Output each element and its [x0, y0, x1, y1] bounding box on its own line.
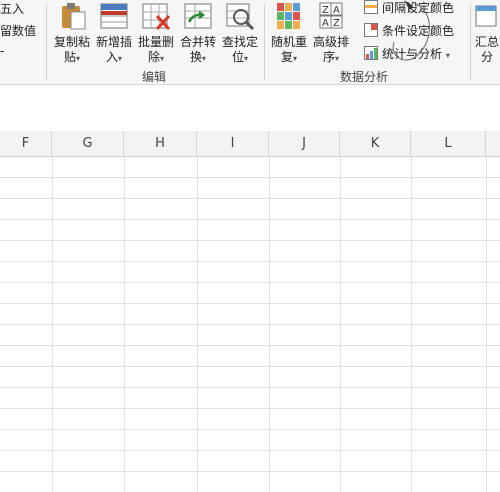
interval-color-icon — [364, 0, 378, 14]
find-locate-label: 查找定 — [221, 35, 258, 49]
grid-line — [0, 198, 500, 199]
summary-button[interactable]: 汇总 分 — [472, 2, 500, 68]
cursor-trail — [392, 0, 430, 61]
chevron-down-icon: ▾ — [202, 54, 207, 63]
random-repeat-button[interactable]: 随机重 复▾ — [267, 2, 311, 68]
random-repeat-label-2: 复 — [280, 50, 293, 64]
column-header-k[interactable]: K — [340, 131, 411, 156]
advanced-sort-label: 高级排 — [312, 35, 349, 49]
column-header-i[interactable]: I — [197, 131, 269, 156]
insert-rows-icon — [100, 3, 128, 29]
grid-line — [0, 177, 500, 178]
grid-line — [0, 261, 500, 262]
grid-line — [0, 219, 500, 220]
chevron-down-icon: ▾ — [160, 54, 165, 63]
copy-paste-button[interactable]: 复制粘 贴▾ — [50, 2, 94, 68]
batch-delete-button[interactable]: 批量删 除▾ — [134, 2, 178, 68]
svg-text:Z: Z — [333, 18, 340, 29]
find-locate-label-2: 位 — [231, 50, 244, 64]
chevron-down-icon: ▾ — [335, 54, 340, 63]
grid-line — [0, 387, 500, 388]
grid-line — [0, 429, 500, 430]
column-header-j[interactable]: J — [269, 131, 340, 156]
batch-delete-icon — [142, 3, 171, 30]
copy-paste-label: 复制粘 — [53, 35, 90, 49]
separator — [470, 4, 471, 80]
chevron-down-icon: ▾ — [293, 54, 298, 63]
grid-line — [0, 324, 500, 325]
batch-delete-label: 批量删 — [137, 35, 174, 49]
grid-line — [0, 303, 500, 304]
grid-line — [0, 282, 500, 283]
edit-group-label: 编辑 — [142, 70, 167, 84]
merge-convert-button[interactable]: 合并转 换▾ — [176, 2, 220, 68]
conditional-color-icon — [364, 23, 378, 37]
insert-button[interactable]: 新增插 入▾ — [92, 2, 136, 68]
batch-delete-label-2: 除 — [147, 50, 160, 64]
svg-text:A: A — [322, 18, 329, 29]
clipboard-icon — [62, 3, 86, 30]
merge-convert-label-2: 换 — [189, 50, 202, 64]
grid-line — [0, 471, 500, 472]
statistics-icon — [364, 46, 378, 60]
svg-text:A: A — [333, 5, 340, 16]
grid-line — [0, 408, 500, 409]
ribbon: 五入 留数值 - 复制粘 贴▾ 新增插 入▾ 批量删 除▾ 合并转 换▾ 查找定… — [0, 0, 500, 85]
grid-line — [0, 366, 500, 367]
random-repeat-icon — [277, 3, 300, 29]
find-locate-button[interactable]: 查找定 位▾ — [218, 2, 262, 68]
chevron-down-icon: ▾ — [76, 54, 81, 63]
grid-line — [0, 345, 500, 346]
summary-label: 汇总 — [474, 35, 499, 49]
column-header-f[interactable]: F — [0, 131, 52, 156]
copy-paste-label-2: 贴 — [63, 50, 76, 64]
column-header-row: F G H I J K L — [0, 131, 500, 157]
insert-label-2: 入 — [105, 50, 118, 64]
grid-line — [0, 240, 500, 241]
summary-icon — [475, 5, 497, 27]
advanced-sort-icon: Z A A Z — [319, 2, 343, 29]
insert-label: 新增插 — [95, 35, 132, 49]
grid-line — [0, 450, 500, 451]
advanced-sort-label-2: 序 — [322, 50, 335, 64]
data-analysis-group-label: 数据分析 — [340, 70, 389, 84]
find-locate-icon — [226, 3, 255, 30]
separator — [46, 4, 47, 80]
chevron-down-icon: ▾ — [118, 54, 123, 63]
summary-label-2: 分 — [480, 50, 493, 64]
advanced-sort-button[interactable]: Z A A Z 高级排 序▾ — [309, 2, 353, 68]
random-repeat-label: 随机重 — [270, 35, 307, 49]
column-header-l[interactable]: L — [411, 131, 486, 156]
column-header-g[interactable]: G — [52, 131, 124, 156]
separator — [264, 4, 265, 80]
dash-label: - — [0, 44, 5, 58]
round-option-label[interactable]: 五入 — [0, 0, 24, 17]
column-header-h[interactable]: H — [124, 131, 197, 156]
formula-area — [0, 85, 500, 132]
merge-convert-icon — [184, 3, 212, 29]
merge-convert-label: 合并转 — [179, 35, 216, 49]
chevron-down-icon: ▾ — [244, 54, 249, 63]
keep-value-label[interactable]: 留数值 — [0, 22, 36, 39]
cell-grid[interactable] — [0, 157, 500, 492]
svg-text:Z: Z — [322, 5, 329, 16]
